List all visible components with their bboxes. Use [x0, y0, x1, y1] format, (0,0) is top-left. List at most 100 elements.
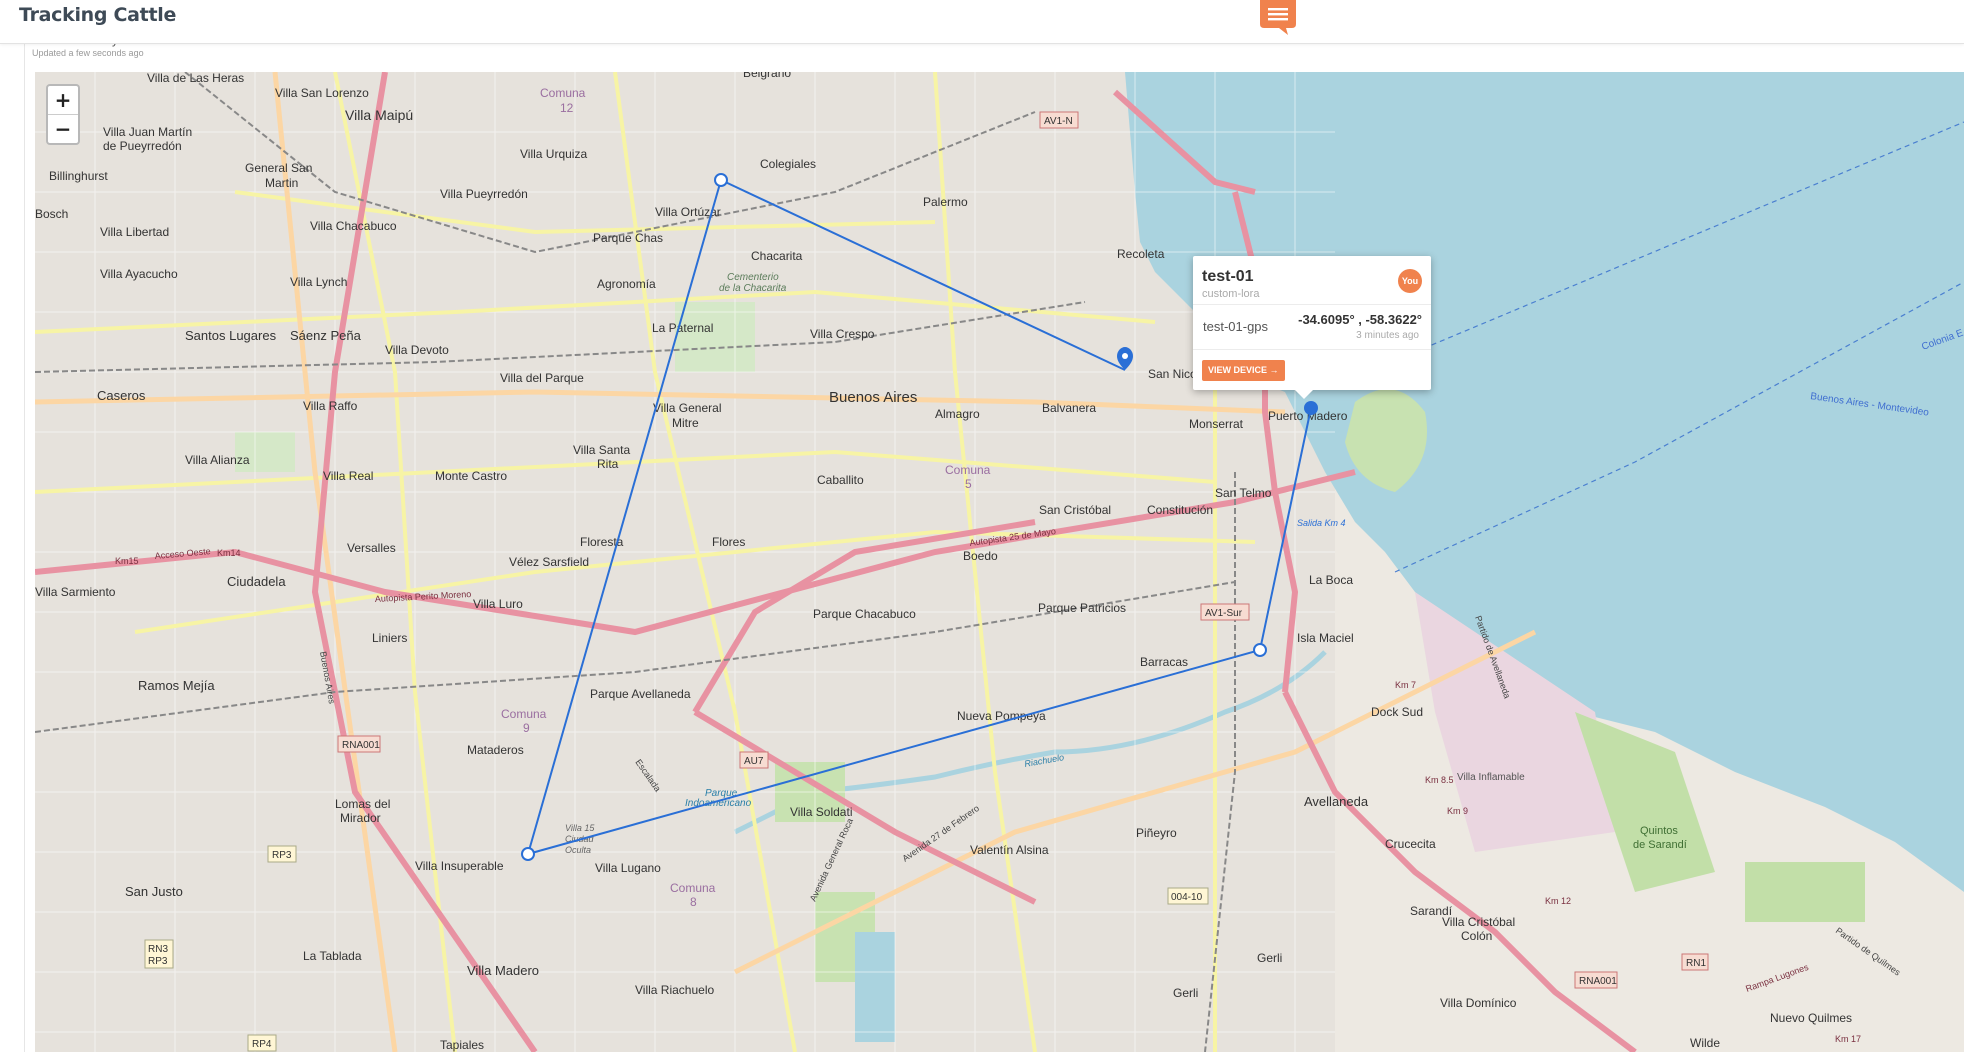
label-villa-libertad: Villa Libertad [100, 225, 169, 239]
label-villa-insuperable: Villa Insuperable [415, 859, 504, 873]
view-device-button[interactable]: VIEW DEVICE → [1202, 360, 1285, 381]
label-villa-madero: Villa Madero [467, 963, 539, 978]
label-de-sarandi: de Sarandí [1633, 839, 1687, 851]
label-parque-chas: Parque Chas [593, 231, 663, 245]
label-colon: Colón [1461, 929, 1492, 943]
shield-av1sur: AV1-Sur [1205, 608, 1243, 619]
label-nuevo-quilmes: Nuevo Quilmes [1770, 1011, 1852, 1025]
popup-divider [1193, 349, 1431, 350]
label-general-san: General San [245, 161, 312, 175]
label-colegiales: Colegiales [760, 157, 816, 171]
label-villa-general: Villa General [653, 401, 721, 415]
label-la-paternal: La Paternal [652, 321, 713, 335]
sensor-timestamp: 3 minutes ago [1356, 330, 1419, 341]
left-rail [0, 44, 25, 1052]
label-comuna9-n: 9 [523, 721, 530, 735]
zoom-control: + − [46, 84, 80, 145]
label-billinghurst: Billinghurst [49, 169, 108, 183]
label-villa-san-lorenzo: Villa San Lorenzo [275, 86, 369, 100]
label-caseros: Caseros [97, 388, 146, 403]
label-san-telmo: San Telmo [1215, 486, 1272, 500]
label-villa-ayacucho: Villa Ayacucho [100, 267, 178, 281]
label-villa-las-heras: Villa de Las Heras [147, 72, 244, 85]
label-km85: Km 8.5 [1425, 775, 1454, 785]
label-versalles: Versalles [347, 541, 396, 555]
label-oculta: Oculta [565, 845, 591, 855]
shield-rn3: RN3 [148, 944, 168, 955]
label-pineyro: Piñeyro [1136, 826, 1177, 840]
label-villa-inflamable: Villa Inflamable [1457, 772, 1525, 783]
label-quintos: Quintos [1640, 825, 1678, 837]
label-buenos-aires: Buenos Aires [829, 389, 917, 406]
label-santos-lugares: Santos Lugares [185, 328, 277, 343]
label-valentin-alsina: Valentín Alsina [970, 843, 1049, 857]
track-point[interactable] [714, 173, 728, 187]
label-villa-crespo: Villa Crespo [810, 327, 875, 341]
shield-rna001b: RNA001 [1579, 976, 1617, 987]
shield-rna001a: RNA001 [342, 740, 380, 751]
label-salida-km4: Salida Km 4 [1297, 518, 1346, 528]
shield-rn1: RN1 [1686, 958, 1706, 969]
label-km12: Km 12 [1545, 896, 1571, 906]
label-villa-sarmiento: Villa Sarmiento [35, 585, 116, 599]
map-canvas[interactable]: Belgrano Villa de Las Heras Villa San Lo… [35, 72, 1964, 1052]
device-type: custom-lora [1202, 288, 1260, 300]
label-km17: Km 17 [1835, 1034, 1861, 1044]
chat-button[interactable] [1258, 0, 1298, 35]
label-boedo: Boedo [963, 549, 998, 563]
label-monte-castro: Monte Castro [435, 469, 507, 483]
card-subtitle: Updated a few seconds ago [32, 48, 144, 58]
label-isla-maciel: Isla Maciel [1297, 631, 1354, 645]
label-la-tablada: La Tablada [303, 949, 362, 963]
label-mataderos: Mataderos [467, 743, 524, 757]
label-villa-chacabuco: Villa Chacabuco [310, 219, 397, 233]
sensor-coordinates: -34.6095° , -58.3622° [1298, 312, 1422, 327]
label-wilde: Wilde [1690, 1036, 1720, 1050]
label-monserrat: Monserrat [1189, 417, 1244, 431]
label-palermo: Palermo [923, 195, 968, 209]
label-comuna8-n: 8 [690, 895, 697, 909]
label-km7: Km 7 [1395, 680, 1416, 690]
label-almagro: Almagro [935, 407, 980, 421]
track-point-current[interactable] [1304, 401, 1318, 415]
label-comuna12: Comuna [540, 86, 586, 100]
shield-rp3b: RP3 [148, 956, 168, 967]
zoom-in-button[interactable]: + [48, 86, 78, 115]
label-saenz-pena: Sáenz Peña [290, 328, 362, 343]
label-comuna8: Comuna [670, 881, 716, 895]
device-name: test-01 [1202, 268, 1254, 285]
label-cementerio: Cementerio [727, 272, 779, 283]
label-villa-juan-martin: Villa Juan Martín [103, 125, 192, 139]
label-avellaneda: Avellaneda [1304, 794, 1369, 809]
shield-rp3: RP3 [272, 850, 292, 861]
label-comuna9: Comuna [501, 707, 547, 721]
label-nueva-pompeya: Nueva Pompeya [957, 709, 1046, 723]
label-villa-del-parque: Villa del Parque [500, 371, 584, 385]
label-km9: Km 9 [1447, 806, 1468, 816]
zoom-out-button[interactable]: − [48, 115, 78, 143]
sensor-name: test-01-gps [1203, 319, 1269, 334]
label-villa-devoto: Villa Devoto [385, 343, 449, 357]
track-point[interactable] [521, 847, 535, 861]
label-balvanera: Balvanera [1042, 401, 1096, 415]
chat-icon [1260, 0, 1296, 35]
label-comuna5: Comuna [945, 463, 991, 477]
label-de-la-chacarita: de la Chacarita [719, 283, 787, 294]
label-villa-dominico: Villa Domínico [1440, 996, 1517, 1010]
label-gerli-2: Gerli [1173, 986, 1198, 1000]
label-chacarita: Chacarita [751, 249, 803, 263]
label-villa-15: Villa 15 [565, 823, 595, 833]
label-dock-sud: Dock Sud [1371, 705, 1423, 719]
label-villa-urquiza: Villa Urquiza [520, 147, 587, 161]
label-comuna12-n: 12 [560, 101, 574, 115]
label-flores: Flores [712, 535, 745, 549]
label-tapiales: Tapiales [440, 1038, 484, 1052]
top-bar: Tracking Cattle [0, 0, 1964, 44]
label-ciudadela: Ciudadela [227, 574, 286, 589]
label-rita: Rita [597, 457, 619, 471]
label-martin: Martin [265, 176, 298, 190]
label-liniers: Liniers [372, 631, 407, 645]
label-san-justo: San Justo [125, 884, 183, 899]
label-km14: Km14 [217, 548, 241, 558]
track-point[interactable] [1253, 643, 1267, 657]
